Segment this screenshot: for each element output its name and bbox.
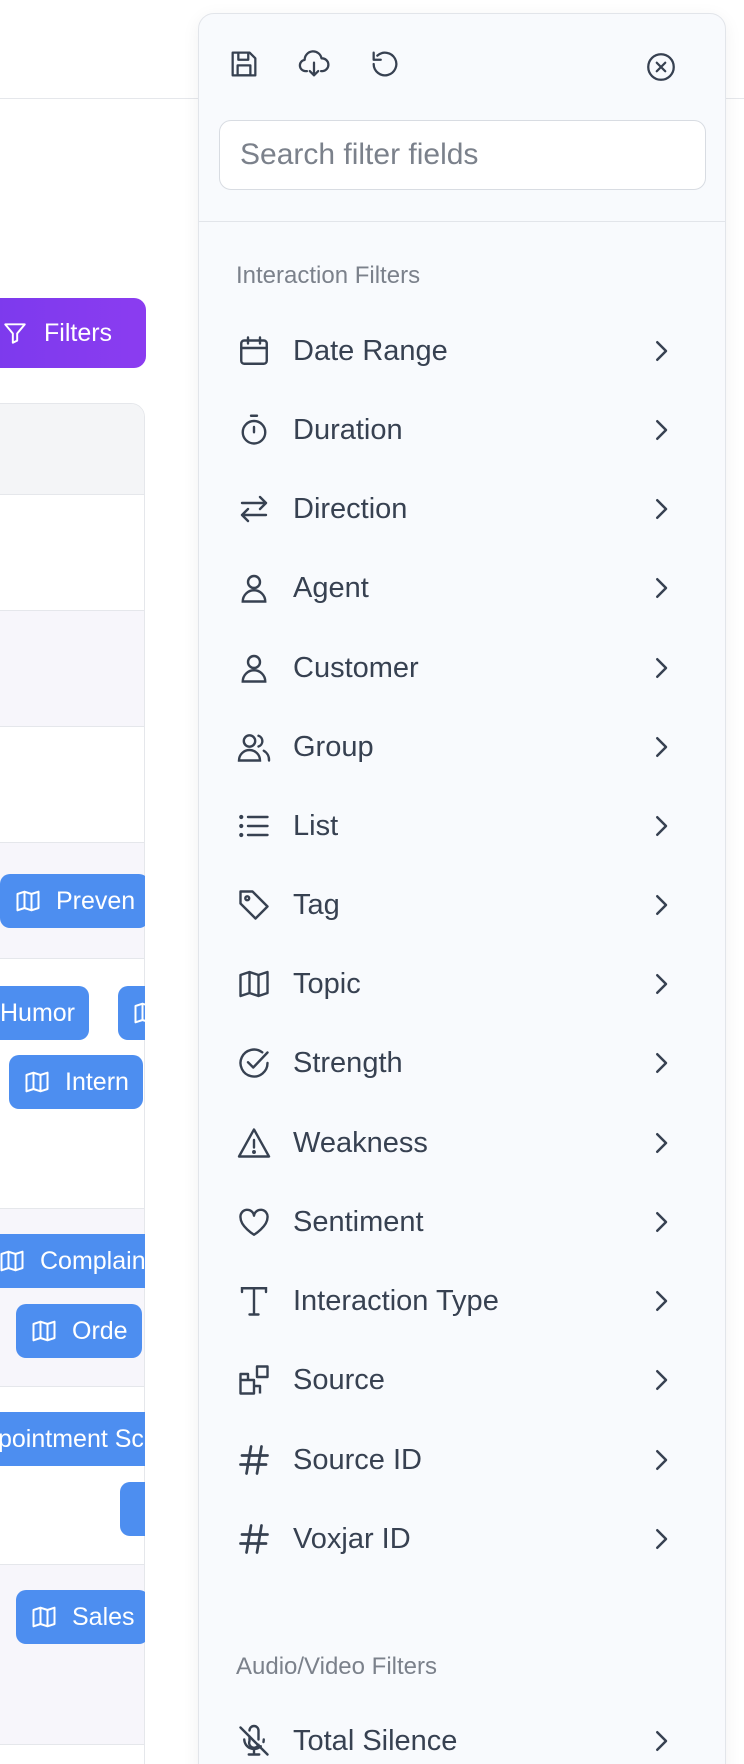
tag-icon [235, 886, 273, 924]
filter-item-direction[interactable]: Direction [219, 475, 706, 543]
topic-chip[interactable]: Sales [16, 1590, 145, 1644]
chevron-right-icon [656, 737, 668, 757]
filter-item-list[interactable]: List [219, 792, 706, 860]
filter-item-agent[interactable]: Agent [219, 554, 706, 622]
topic-chip[interactable] [118, 986, 145, 1040]
chevron-right-icon [656, 1212, 668, 1232]
heart-icon [235, 1203, 273, 1241]
squares-plus-icon [235, 1361, 273, 1399]
map-icon [235, 965, 273, 1003]
chevron-right-icon [656, 658, 668, 678]
hash-icon [235, 1441, 273, 1479]
section-title-interaction-filters: Interaction Filters [236, 262, 421, 289]
filter-item-source-id[interactable]: Source ID [219, 1426, 706, 1494]
map-icon [16, 890, 40, 912]
chevron-right-icon [656, 1133, 668, 1153]
filter-item-weakness[interactable]: Weakness [219, 1109, 706, 1177]
map-icon [134, 1002, 145, 1024]
filter-item-topic[interactable]: Topic [219, 950, 706, 1018]
arrows-swap-icon [235, 490, 273, 528]
filter-item-interaction-type[interactable]: Interaction Type [219, 1267, 706, 1335]
filter-item-date-range[interactable]: Date Range [219, 317, 706, 385]
map-icon [25, 1071, 49, 1093]
chevron-right-icon [656, 895, 668, 915]
filter-item-strength[interactable]: Strength [219, 1029, 706, 1097]
chevron-right-icon [656, 1450, 668, 1470]
check-circle-icon [235, 1044, 273, 1082]
panel-divider [199, 221, 725, 222]
filter-item-voxjar-id[interactable]: Voxjar ID [219, 1505, 706, 1573]
user-icon [235, 569, 273, 607]
map-icon [0, 1250, 24, 1272]
stopwatch-icon [235, 411, 273, 449]
user-icon [235, 649, 273, 687]
filter-item-total-silence[interactable]: Total Silence [219, 1707, 706, 1764]
load-filter-button[interactable] [294, 44, 334, 84]
map-icon [32, 1606, 56, 1628]
filter-panel: Interaction Filters Date Range Duration … [198, 13, 726, 1764]
topic-chip[interactable]: Complain [0, 1234, 145, 1288]
reset-icon [372, 51, 398, 77]
cloud-download-icon [298, 50, 330, 77]
users-icon [235, 728, 273, 766]
topic-chip[interactable]: Preven [0, 874, 145, 928]
chevron-right-icon [656, 578, 668, 598]
topic-chip[interactable]: Intern [9, 1055, 143, 1109]
filter-item-tag[interactable]: Tag [219, 871, 706, 939]
filter-item-group[interactable]: Group [219, 713, 706, 781]
chevron-right-icon [656, 974, 668, 994]
save-filter-button[interactable] [224, 44, 264, 84]
chevron-right-icon [656, 499, 668, 519]
filter-toolbar [199, 14, 725, 81]
list-icon [235, 807, 273, 845]
reset-filter-button[interactable] [365, 44, 405, 84]
mic-off-icon [235, 1722, 273, 1760]
map-icon [32, 1320, 56, 1342]
topic-chip[interactable]: Orde [16, 1304, 142, 1358]
chevron-right-icon [656, 1529, 668, 1549]
filter-item-customer[interactable]: Customer [219, 634, 706, 702]
chevron-right-icon [656, 1731, 668, 1751]
save-icon [231, 51, 257, 77]
topic-chip[interactable]: pointment Sc [0, 1412, 145, 1466]
calendar-icon [235, 332, 273, 370]
chevron-right-icon [656, 1291, 668, 1311]
search-filter-input[interactable] [219, 120, 706, 190]
chevron-right-icon [656, 1370, 668, 1390]
hash-icon [235, 1520, 273, 1558]
topic-chip[interactable] [120, 1482, 145, 1536]
filter-item-source[interactable]: Source [219, 1346, 706, 1414]
chips-clip: Preven Humor Intern Complain Orde pointm… [0, 0, 145, 1764]
chevron-right-icon [656, 816, 668, 836]
warning-icon [235, 1124, 273, 1162]
chevron-right-icon [656, 341, 668, 361]
text-type-icon [235, 1282, 273, 1320]
section-title-audio-video-filters: Audio/Video Filters [236, 1653, 437, 1680]
chevron-right-icon [656, 420, 668, 440]
close-panel-button[interactable] [641, 47, 681, 87]
filter-item-duration[interactable]: Duration [219, 396, 706, 464]
close-circle-icon [647, 53, 675, 81]
topic-chip[interactable]: Humor [0, 986, 90, 1040]
chevron-right-icon [656, 1053, 668, 1073]
filter-item-sentiment[interactable]: Sentiment [219, 1188, 706, 1256]
